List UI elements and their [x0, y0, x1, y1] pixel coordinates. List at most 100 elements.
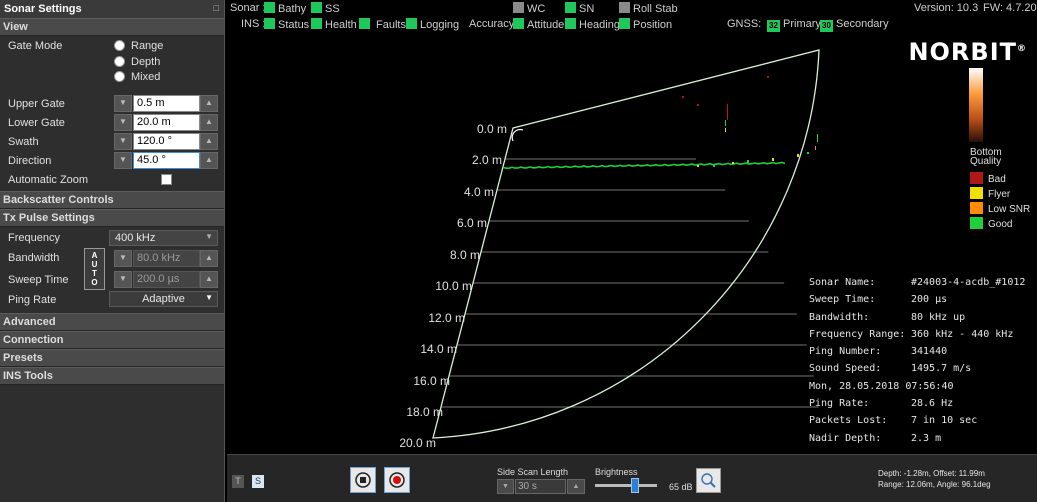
section-connection[interactable]: Connection — [0, 331, 224, 349]
chevron-down-icon: ▼ — [205, 293, 213, 302]
roll-stab-indicator[interactable]: Roll Stab — [619, 2, 678, 15]
decrement-icon[interactable]: ▼ — [114, 95, 132, 112]
auto-zoom-row: Automatic Zoom — [0, 170, 224, 189]
depth-label: 18.0 m — [406, 405, 443, 419]
section-backscatter[interactable]: Backscatter Controls — [0, 191, 224, 209]
logging-indicator[interactable]: Logging — [406, 18, 459, 31]
t-toggle-button[interactable]: T — [232, 475, 244, 488]
gate-mode-range-label: Range — [131, 40, 164, 52]
decrement-icon[interactable]: ▼ — [114, 250, 132, 267]
record-button[interactable] — [384, 467, 410, 493]
depth-label: 6.0 m — [456, 216, 487, 230]
ping-rate-value: Adaptive — [142, 293, 185, 305]
ins-status-indicator[interactable]: Status — [264, 18, 309, 31]
swath-input[interactable]: 120.0 ° — [133, 133, 200, 150]
pin-icon[interactable]: □ — [214, 3, 219, 13]
s-toggle-button[interactable]: S — [252, 475, 264, 488]
depth-label: 16.0 m — [413, 374, 450, 388]
status-on-icon — [406, 18, 417, 29]
decrement-icon[interactable]: ▼ — [114, 114, 132, 131]
sonar-return-point — [725, 128, 726, 132]
increment-icon[interactable]: ▲ — [567, 479, 585, 494]
cursor-readout-line: Depth: -1.28m, Offset: 11.99m — [878, 469, 985, 478]
ss-indicator[interactable]: SS — [311, 2, 340, 15]
increment-icon[interactable]: ▲ — [200, 152, 218, 169]
auto-zoom-checkbox[interactable] — [161, 174, 172, 185]
seafloor-line — [502, 161, 786, 169]
sonar-display[interactable]: 0.0 m 2.0 m 4.0 m 6.0 m 8.0 m 10.0 m 12.… — [227, 34, 1037, 454]
section-ins-tools[interactable]: INS Tools — [0, 367, 224, 385]
info-value: 2.3 m — [911, 432, 942, 444]
position-indicator[interactable]: Position — [619, 18, 672, 31]
legend-swatch — [970, 187, 983, 199]
sonar-return-point — [727, 104, 728, 120]
heading-label: Heading — [579, 19, 620, 31]
gate-mode-depth-label: Depth — [131, 56, 161, 68]
status-on-icon — [619, 18, 630, 29]
increment-icon[interactable]: ▲ — [200, 95, 218, 112]
swath-label: Swath — [8, 136, 39, 148]
auto-button[interactable]: A U T O — [84, 248, 105, 290]
decrement-icon[interactable]: ▼ — [497, 479, 514, 494]
info-value: 341440 — [911, 346, 948, 358]
side-scan-length-stepper: ▼ 30 s ▲ — [497, 479, 587, 494]
info-key: Bandwidth: — [809, 311, 870, 323]
frequency-select[interactable]: 400 kHz ▼ — [109, 230, 218, 246]
lower-gate-input[interactable]: 20.0 m — [133, 114, 200, 131]
brightness-slider[interactable] — [595, 478, 657, 493]
faults-indicator[interactable]: Faults — [359, 18, 406, 31]
gnss-primary-indicator[interactable]: 32 Primary — [767, 18, 821, 32]
stop-button[interactable] — [350, 467, 376, 493]
section-tx-pulse[interactable]: Tx Pulse Settings — [0, 209, 224, 227]
info-value: 7 in 10 sec — [911, 415, 978, 427]
wc-indicator[interactable]: WC — [513, 2, 545, 15]
lower-gate-label: Lower Gate — [8, 117, 65, 129]
chevron-down-icon: ▼ — [205, 232, 213, 241]
section-advanced[interactable]: Advanced — [0, 313, 224, 331]
legend-bad: Bad — [970, 172, 1006, 185]
sonar-return-point — [725, 120, 726, 126]
bathy-indicator[interactable]: Bathy — [264, 2, 306, 15]
cursor-readout-line: Range: 12.06m, Angle: 96.1deg — [878, 480, 991, 489]
direction-input[interactable]: 45.0 ° — [133, 152, 200, 169]
decrement-icon[interactable]: ▼ — [114, 271, 132, 288]
increment-icon[interactable]: ▲ — [200, 250, 218, 267]
attitude-indicator[interactable]: Attitude — [513, 18, 564, 31]
section-presets[interactable]: Presets — [0, 349, 224, 367]
sonar-return-point — [807, 152, 809, 154]
depth-label: 8.0 m — [449, 248, 480, 262]
sweep-time-input[interactable]: 200.0 µs — [133, 271, 200, 288]
auto-zoom-label: Automatic Zoom — [8, 174, 89, 186]
increment-icon[interactable]: ▲ — [200, 271, 218, 288]
slider-thumb[interactable] — [631, 478, 640, 493]
gnss-secondary-indicator[interactable]: 30 Secondary — [820, 18, 889, 32]
bandwidth-input[interactable]: 80.0 kHz — [133, 250, 200, 267]
panel-title: Sonar Settings □ — [0, 0, 224, 18]
bandwidth-sweep-group: Bandwidth Sweep Time A U T O ▼ 80.0 kHz … — [0, 248, 224, 290]
primary-label: Primary — [783, 18, 821, 30]
info-key: Nadir Depth: — [809, 432, 882, 444]
secondary-count-badge: 30 — [820, 20, 833, 32]
bottom-quality-title: Bottom Quality — [970, 148, 1002, 167]
ping-rate-select[interactable]: Adaptive ▼ — [109, 291, 218, 307]
swath-fan-outline — [432, 49, 820, 439]
health-indicator[interactable]: Health — [311, 18, 357, 31]
section-view[interactable]: View — [0, 18, 224, 36]
sn-indicator[interactable]: SN — [565, 2, 594, 15]
side-scan-length-input[interactable]: 30 s — [515, 479, 566, 494]
gate-mode-mixed-label: Mixed — [131, 71, 161, 83]
increment-icon[interactable]: ▲ — [200, 114, 218, 131]
depth-label: 20.0 m — [399, 436, 436, 450]
info-key: Sweep Time: — [809, 294, 876, 306]
sonar-return-point — [682, 96, 684, 98]
heading-indicator[interactable]: Heading — [565, 18, 620, 31]
decrement-icon[interactable]: ▼ — [114, 152, 132, 169]
zoom-button[interactable] — [696, 468, 721, 493]
upper-gate-label: Upper Gate — [8, 98, 65, 110]
decrement-icon[interactable]: ▼ — [114, 133, 132, 150]
secondary-label: Secondary — [836, 18, 889, 30]
legend-label: Flyer — [988, 189, 1011, 200]
sonar-return-point — [697, 104, 699, 106]
upper-gate-input[interactable]: 0.5 m — [133, 95, 200, 112]
increment-icon[interactable]: ▲ — [200, 133, 218, 150]
